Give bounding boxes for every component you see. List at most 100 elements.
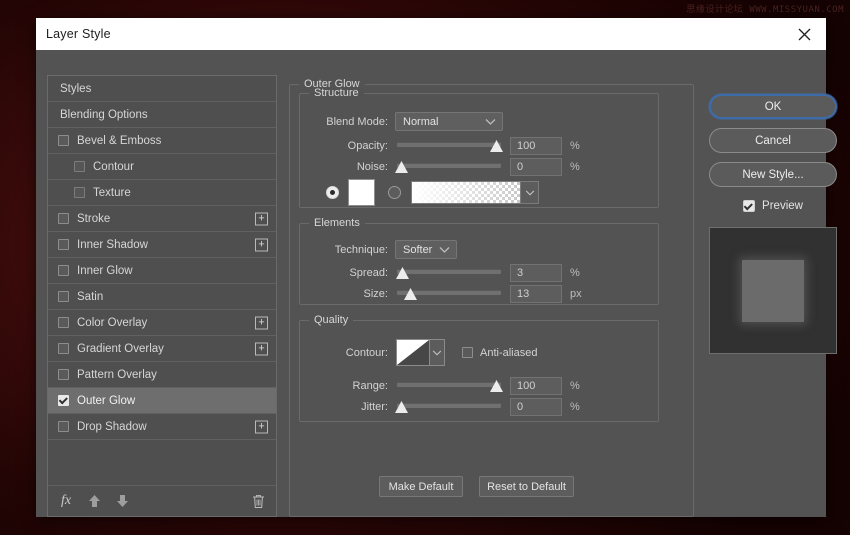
jitter-input[interactable]: 0 [510, 398, 562, 416]
watermark: 思缘设计论坛 WWW.MISSYUAN.COM [686, 2, 844, 15]
sidebar-item-label: Blending Options [60, 109, 148, 121]
sidebar-item-label: Styles [60, 83, 91, 95]
styles-list[interactable]: Styles Blending Options Bevel & Emboss C… [48, 76, 276, 440]
effect-checkbox[interactable] [58, 239, 69, 250]
dialog-title: Layer Style [46, 27, 111, 41]
sidebar-item-label: Pattern Overlay [77, 369, 157, 381]
sidebar-item-stroke[interactable]: Stroke + [48, 206, 276, 232]
effect-checkbox[interactable] [74, 187, 85, 198]
contour-label: Contour: [300, 347, 388, 359]
add-effect-icon[interactable]: + [255, 238, 268, 251]
jitter-slider[interactable] [397, 400, 501, 414]
new-style-button[interactable]: New Style... [709, 162, 837, 187]
sidebar-item-blending-options[interactable]: Blending Options [48, 102, 276, 128]
add-effect-icon[interactable]: + [255, 212, 268, 225]
sidebar-item-gradient-overlay[interactable]: Gradient Overlay + [48, 336, 276, 362]
blend-mode-select[interactable]: Normal [395, 112, 503, 131]
sidebar-item-label: Texture [93, 187, 131, 199]
add-effect-icon[interactable]: + [255, 342, 268, 355]
spread-slider[interactable] [397, 266, 501, 280]
spread-input[interactable]: 3 [510, 264, 562, 282]
size-slider[interactable] [397, 287, 501, 301]
effect-checkbox[interactable] [74, 161, 85, 172]
chevron-down-icon [485, 118, 496, 125]
effect-checkbox[interactable] [58, 369, 69, 380]
anti-aliased-checkbox[interactable] [462, 347, 473, 358]
fx-icon[interactable]: fx [52, 487, 80, 515]
effect-checkbox[interactable] [58, 395, 69, 406]
glow-gradient-preview[interactable] [411, 181, 521, 204]
gradient-picker-dropdown[interactable] [521, 181, 539, 204]
add-effect-icon[interactable]: + [255, 420, 268, 433]
desktop-background: 思缘设计论坛 WWW.MISSYUAN.COM Layer Style Styl… [0, 0, 850, 535]
quality-group: Quality Contour: Anti-aliased Range: [299, 320, 659, 422]
cancel-button[interactable]: Cancel [709, 128, 837, 153]
styles-list-panel: Styles Blending Options Bevel & Emboss C… [47, 75, 277, 517]
sidebar-item-color-overlay[interactable]: Color Overlay + [48, 310, 276, 336]
effect-checkbox[interactable] [58, 317, 69, 328]
spread-label: Spread: [300, 267, 388, 279]
technique-select[interactable]: Softer [395, 240, 457, 259]
add-effect-icon[interactable]: + [255, 316, 268, 329]
spread-unit: % [570, 267, 580, 279]
noise-slider[interactable] [397, 160, 501, 174]
slider-track [397, 403, 501, 408]
sidebar-item-label: Gradient Overlay [77, 343, 164, 355]
effect-checkbox[interactable] [58, 213, 69, 224]
sidebar-item-label: Drop Shadow [77, 421, 147, 433]
ok-button[interactable]: OK [709, 94, 837, 119]
noise-input[interactable]: 0 [510, 158, 562, 176]
arrow-up-icon[interactable] [80, 487, 108, 515]
sidebar-item-texture[interactable]: Texture [48, 180, 276, 206]
sidebar-item-label: Satin [77, 291, 103, 303]
range-label: Range: [300, 380, 388, 392]
sidebar-item-outer-glow[interactable]: Outer Glow [48, 388, 276, 414]
opacity-label: Opacity: [300, 140, 388, 152]
reset-to-default-button[interactable]: Reset to Default [479, 476, 574, 497]
preview-label: Preview [762, 200, 803, 212]
elements-group: Elements Technique: Softer Spread: [299, 223, 659, 305]
contour-preview[interactable] [396, 339, 430, 366]
preview-toggle[interactable]: Preview [709, 197, 837, 215]
close-icon[interactable] [782, 18, 826, 50]
sidebar-item-label: Bevel & Emboss [77, 135, 161, 147]
glow-gradient-radio[interactable] [388, 186, 401, 199]
glow-color-radio[interactable] [326, 186, 339, 199]
sidebar-item-styles[interactable]: Styles [48, 76, 276, 102]
noise-unit: % [570, 161, 580, 173]
arrow-down-icon[interactable] [108, 487, 136, 515]
sidebar-item-pattern-overlay[interactable]: Pattern Overlay [48, 362, 276, 388]
opacity-slider[interactable] [397, 139, 501, 153]
sidebar-item-drop-shadow[interactable]: Drop Shadow + [48, 414, 276, 440]
dialog-body: Styles Blending Options Bevel & Emboss C… [36, 50, 826, 517]
sidebar-item-bevel-emboss[interactable]: Bevel & Emboss [48, 128, 276, 154]
range-slider[interactable] [397, 379, 501, 393]
size-input[interactable]: 13 [510, 285, 562, 303]
sidebar-item-inner-glow[interactable]: Inner Glow [48, 258, 276, 284]
effect-checkbox[interactable] [58, 135, 69, 146]
sidebar-item-contour[interactable]: Contour [48, 154, 276, 180]
preview-shape [742, 260, 804, 322]
range-unit: % [570, 380, 580, 392]
elements-legend: Elements [309, 217, 365, 229]
glow-color-swatch[interactable] [348, 179, 375, 206]
trash-icon[interactable] [244, 487, 272, 515]
range-input[interactable]: 100 [510, 377, 562, 395]
sidebar-item-satin[interactable]: Satin [48, 284, 276, 310]
sidebar-item-inner-shadow[interactable]: Inner Shadow + [48, 232, 276, 258]
sidebar-item-label: Inner Glow [77, 265, 133, 277]
effect-checkbox[interactable] [58, 421, 69, 432]
dialog-titlebar: Layer Style [36, 18, 826, 50]
effect-checkbox[interactable] [58, 343, 69, 354]
jitter-unit: % [570, 401, 580, 413]
contour-picker-dropdown[interactable] [430, 339, 445, 366]
sidebar-item-label: Color Overlay [77, 317, 147, 329]
opacity-input[interactable]: 100 [510, 137, 562, 155]
effect-checkbox[interactable] [58, 265, 69, 276]
opacity-unit: % [570, 140, 580, 152]
make-default-button[interactable]: Make Default [379, 476, 463, 497]
preview-checkbox[interactable] [743, 200, 755, 212]
chevron-down-icon [439, 246, 450, 253]
slider-track [397, 142, 501, 147]
effect-checkbox[interactable] [58, 291, 69, 302]
